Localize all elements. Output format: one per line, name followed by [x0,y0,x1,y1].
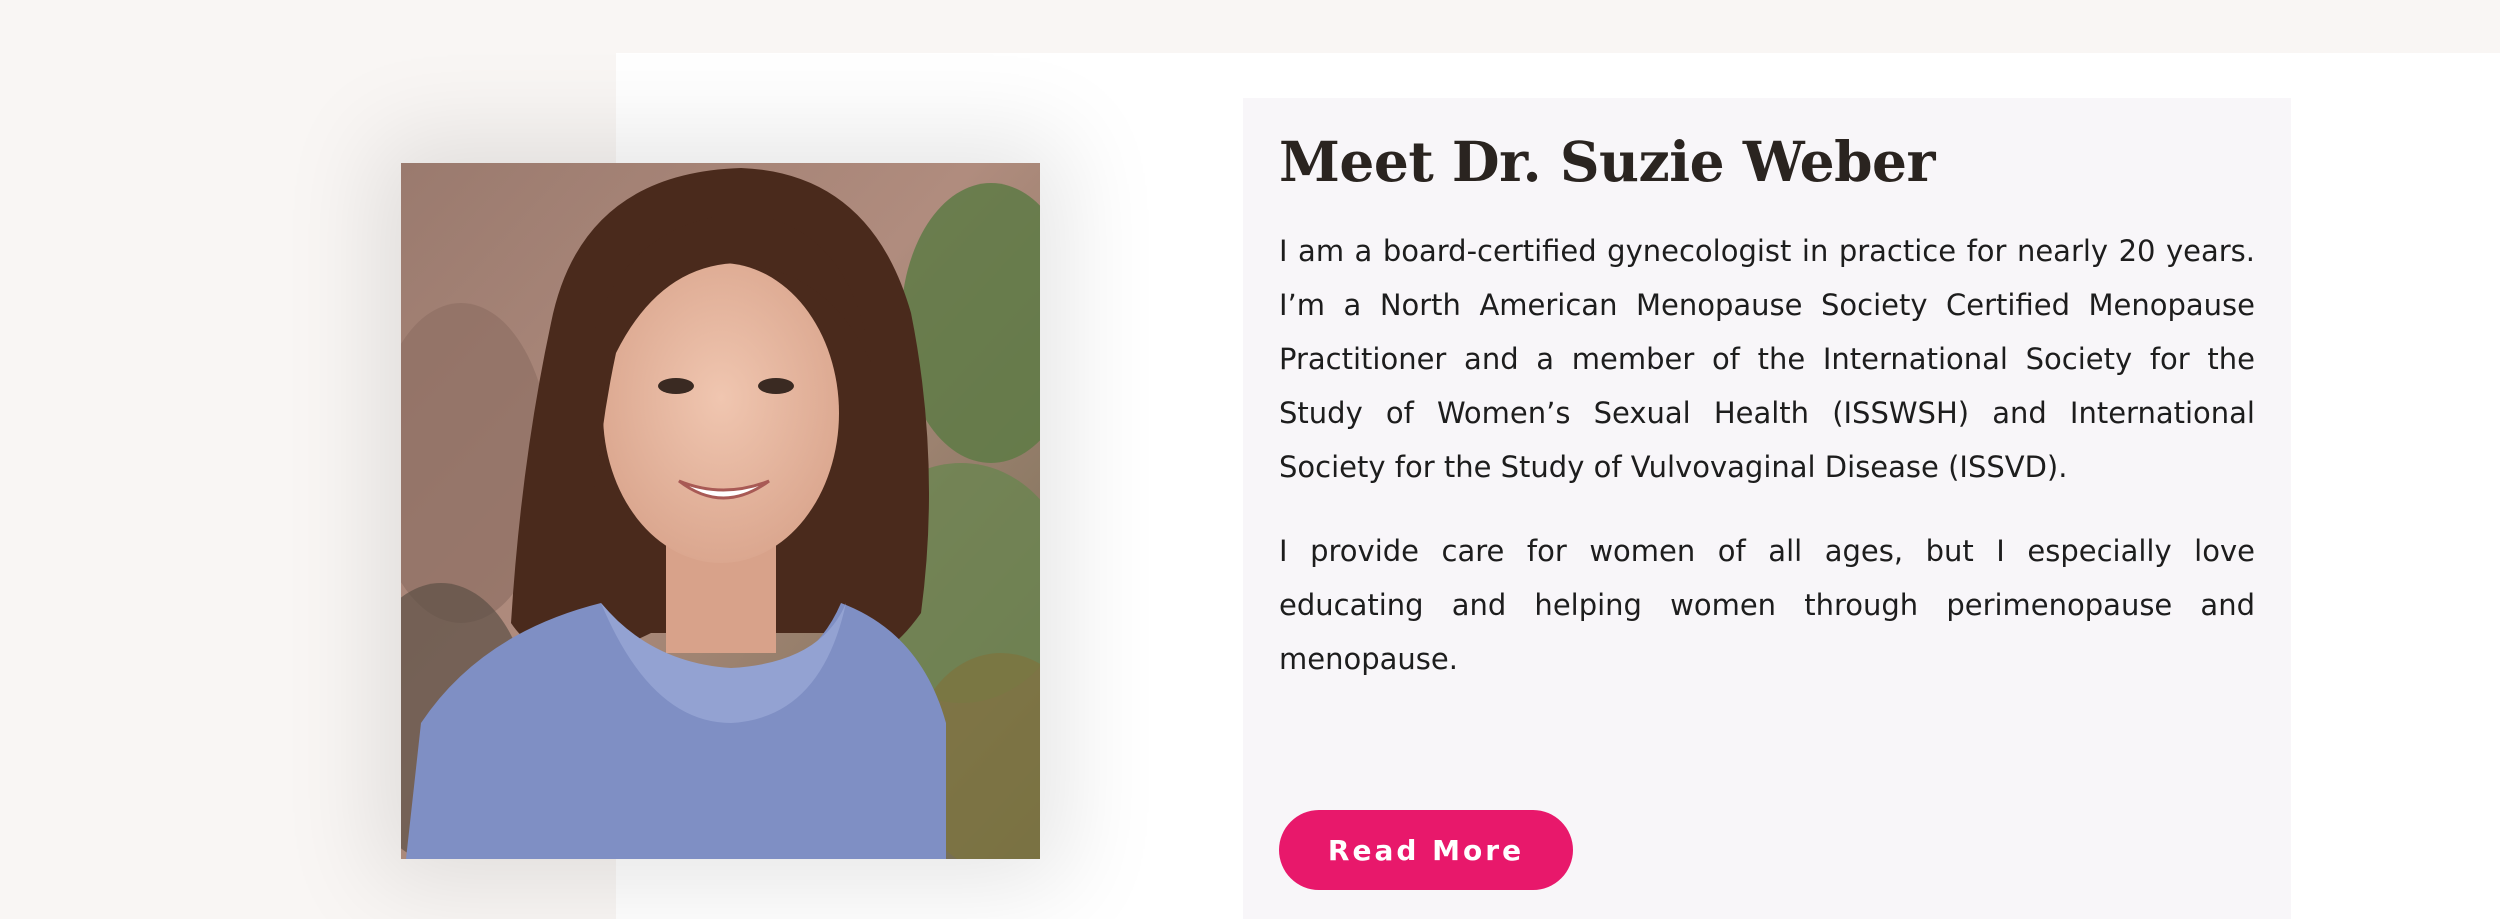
doctor-photo [401,163,1040,859]
portrait-image [401,163,1040,859]
read-more-button[interactable]: Read More [1279,810,1573,890]
about-card: Meet Dr. Suzie Weber I am a board-certif… [1243,98,2291,919]
bio-paragraph-1: I am a board-certified gynecologist in p… [1279,233,2255,484]
bio-paragraph-2: I provide care for women of all ages, bu… [1279,533,2255,676]
section-heading: Meet Dr. Suzie Weber [1279,129,1936,194]
